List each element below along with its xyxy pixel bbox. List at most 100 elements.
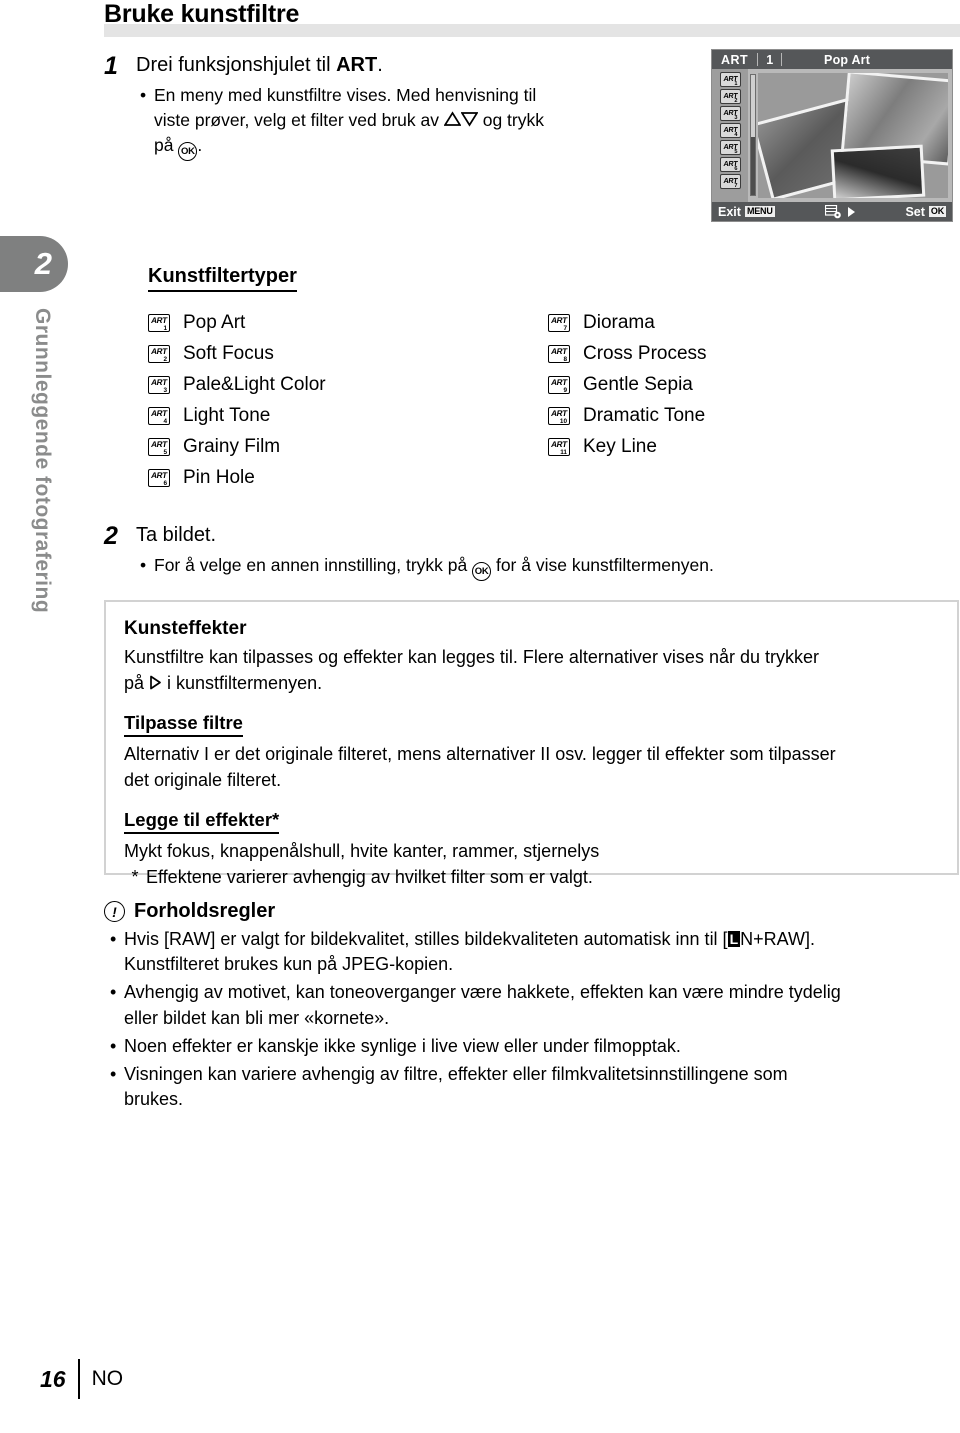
ok-button-icon: OK [178,141,198,161]
step-2-bullet-text: For å velge en annen innstilling, trykk … [154,553,714,582]
lcd-rail-item-6[interactable]: ART 6 [719,157,741,172]
arrow-down-icon [460,111,478,127]
precautions-section: ! Forholdsregler • Hvis [RAW] er valgt f… [104,900,960,1112]
bullet-dot: • [110,1035,117,1056]
settings-gear-icon [824,204,842,219]
step-1-bullet-line3-post: . [197,134,203,155]
filter-item-diorama: ART 7 Diorama [548,310,707,335]
sample-photo-3 [830,144,926,198]
step-1-title: Drei funksjonshjulet til ART. [136,52,544,78]
ok-button-icon: OK [472,562,492,582]
step-2-title: Ta bildet. [136,524,217,546]
filter-item-key-line: ART 11 Key Line [548,434,707,459]
filter-item-pin-hole: ART 6 Pin Hole [148,465,548,490]
effects-intro-line1: Kunstfiltre kan tilpasses og effekter ka… [124,647,819,667]
effects-intro-line2: på i kunstfiltermenyen. [124,671,939,697]
filter-item-pale-light-color: ART 3 Pale&Light Color [148,372,548,397]
lcd-submenu-hint [775,204,906,219]
bullet-dot: • [110,1063,117,1084]
precaution-2-line1: Avhengig av motivet, kan toneoverganger … [124,982,841,1003]
step-2-bullet: • For å velge en annen innstilling, tryk… [136,553,956,582]
precaution-2-line2: eller bildet kan bli mer «kornete». [124,1007,390,1028]
footer-language-code: NO [91,1367,124,1390]
precaution-1-line1: Hvis [RAW] er valgt for bildekvalitet, s… [124,929,815,949]
add-effects-line1: Mykt fokus, knappenålshull, hvite kanter… [124,841,600,862]
art-filter-8-icon: ART 8 [548,344,570,363]
filter-item-cross-process: ART 8 Cross Process [548,341,707,366]
filter-item-light-tone: ART 4 Light Tone [148,403,548,428]
filter-label: Cross Process [583,342,707,364]
camera-lcd-screenshot: ART 1 Pop Art ART 1 ART 2 ART 3 ART 4 ART 5 A… [711,49,953,222]
lcd-rail-item-4[interactable]: ART 4 [719,123,741,138]
step-1-bullet-line2-post: og trykk [477,109,544,130]
precautions-heading-row: ! Forholdsregler [104,900,960,923]
precaution-4-line1: Visningen kan variere avhengig av filtre… [124,1063,788,1084]
filter-label: Pale&Light Color [183,373,326,395]
lcd-filter-name: Pop Art [824,52,871,67]
page-footer: 16 NO [40,1359,123,1399]
ok-key-icon[interactable]: OK [928,206,946,217]
step-1-title-post: . [377,54,383,76]
precautions-list: • Hvis [RAW] er valgt for bildekvalitet,… [104,927,960,1112]
art-filter-3-icon: ART 3 [148,375,170,394]
manual-page: 2 Grunnleggende fotografering Bruke kuns… [0,0,960,1433]
footer-divider [77,1359,80,1399]
step-1: 1 Drei funksjonshjulet til ART. • En men… [104,52,704,161]
lcd-rail-item-3[interactable]: ART 3 [719,106,741,121]
filter-label: Soft Focus [183,342,274,364]
precaution-item-3: • Noen effekter er kanskje ikke synlige … [104,1034,960,1059]
menu-key-icon[interactable]: MENU [744,206,775,217]
exclamation-icon: ! [104,901,125,922]
precautions-heading: Forholdsregler [134,900,276,922]
step-1-bullet-line3-pre: på [154,134,179,155]
lcd-bottom-bar: Exit MENU Set OK [712,202,952,221]
step-2-bullet-pre: For å velge en annen innstilling, trykk … [154,555,473,575]
lcd-scrollbar[interactable] [750,74,756,196]
lcd-exit-label: Exit [718,204,741,219]
filter-label: Key Line [583,435,657,457]
art-filter-1-icon: ART 1 [148,313,170,332]
lcd-rail-item-1[interactable]: ART 1 [719,72,741,87]
precaution-4-line2: brukes. [124,1089,184,1110]
filter-label: Diorama [583,311,655,333]
filter-label: Light Tone [183,404,271,426]
step-1-bullet-line2: viste prøver, velg et filter ved bruk av… [154,108,544,133]
customize-filters-text: Alternativ I er det originale filteret, … [124,742,939,793]
filter-item-gentle-sepia: ART 9 Gentle Sepia [548,372,707,397]
add-effects-footnote: * Effektene varierer avhengig av hvilket… [124,865,939,891]
lcd-rail-item-2[interactable]: ART 2 [719,89,741,104]
lcd-body: ART 1 ART 2 ART 3 ART 4 ART 5 ART 6 ART 7 [712,69,952,202]
lcd-scrollbar-thumb[interactable] [751,137,755,195]
effects-intro-line2-post: i kunstfiltermenyen. [162,672,323,693]
lcd-rail-item-5[interactable]: ART 5 [719,140,741,155]
filter-label: Gentle Sepia [583,373,693,395]
effects-intro: Kunstfiltre kan tilpasses og effekter ka… [124,645,939,696]
lcd-mode-label: ART [721,52,749,67]
page-title: Bruke kunstfiltre [104,0,300,28]
art-filter-5-icon: ART 5 [148,437,170,456]
step-2: 2 Ta bildet. • For å velge en annen inns… [104,522,960,582]
filter-column-right: ART 7 Diorama ART 8 Cross Process ART 9 Gen… [548,310,707,490]
filter-item-dramatic-tone: ART 10 Dramatic Tone [548,403,707,428]
customize-filters-heading: Tilpasse filtre [124,712,243,738]
step-1-bullet-line1: En meny med kunstfiltre vises. Med henvi… [154,85,537,105]
arrow-right-icon [847,206,856,218]
large-quality-badge-icon: L [727,931,741,947]
lcd-rail-item-7[interactable]: ART 7 [719,174,741,189]
step-1-title-pre: Drei funksjonshjulet til [136,54,337,76]
bullet-dot: • [140,555,147,575]
chapter-tab: 2 [0,236,68,292]
lcd-filter-rail[interactable]: ART 1 ART 2 ART 3 ART 4 ART 5 ART 6 ART 7 [712,69,748,202]
arrow-right-icon [149,675,162,690]
effects-heading: Kunsteffekter [124,618,247,639]
lcd-filter-index: 1 [766,52,774,67]
art-filter-10-icon: ART 10 [548,406,570,425]
add-effects-heading: Legge til effekter* [124,809,280,835]
step-1-title-bold: ART [336,54,378,76]
filter-label: Dramatic Tone [583,404,706,426]
art-effects-panel: Kunsteffekter Kunstfiltre kan tilpasses … [104,600,959,887]
lcd-top-bar: ART 1 Pop Art [712,50,952,69]
bullet-dot: • [110,982,117,1003]
art-filter-4-icon: ART 4 [148,406,170,425]
filter-item-soft-focus: ART 2 Soft Focus [148,341,548,366]
